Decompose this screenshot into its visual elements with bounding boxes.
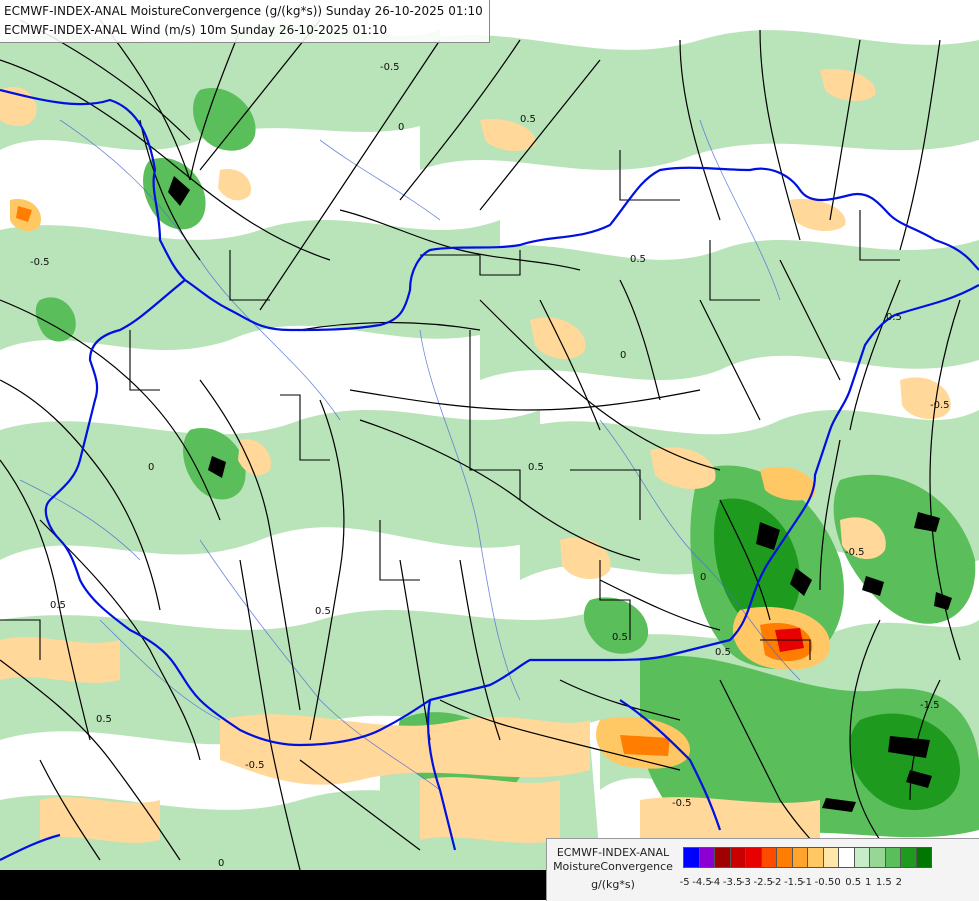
legend-tick-label: 0 bbox=[834, 877, 841, 888]
legend-swatch: #ffc864 bbox=[807, 847, 824, 868]
legend-swatches: #0000ff#8c00d2#a00000#c80000#e60000#ff4b… bbox=[683, 847, 932, 868]
legend-tick-label: 1 bbox=[865, 877, 872, 888]
contour-label: -0.5 bbox=[672, 798, 692, 809]
title-line-wind: ECMWF-INDEX-ANAL Wind (m/s) 10m Sunday 2… bbox=[4, 23, 388, 37]
legend-tick-label: -2.5 bbox=[753, 877, 773, 888]
map-title-box: ECMWF-INDEX-ANAL MoistureConvergence (g/… bbox=[0, 0, 490, 43]
legend-swatch: #5abe5a bbox=[884, 847, 901, 868]
contour-label: 0.5 bbox=[96, 714, 112, 725]
contour-label: -0.5 bbox=[930, 400, 950, 411]
contour-label: 0.5 bbox=[612, 632, 628, 643]
contour-label: 0.5 bbox=[528, 462, 544, 473]
legend-tick-label: -5 bbox=[679, 877, 690, 888]
legend-tick-label: -2 bbox=[771, 877, 782, 888]
legend-tick-label: -4 bbox=[710, 877, 721, 888]
legend-swatch: #1e9b1e bbox=[900, 847, 917, 868]
contour-label: -0.5 bbox=[245, 760, 265, 771]
legend-tick-label: 1.5 bbox=[875, 877, 892, 888]
moisture-convergence-map: -0.5 0 0.5 -0.5 0 0.5 0.5 0 -0.5 0.5 0 0… bbox=[0, 0, 979, 900]
legend-swatch: #e60000 bbox=[745, 847, 762, 868]
legend-swatch: #ffffff bbox=[838, 847, 855, 868]
legend-swatch: #96d796 bbox=[869, 847, 886, 868]
legend-swatch: #ffa52d bbox=[791, 847, 808, 868]
contour-label: -0.5 bbox=[30, 257, 50, 268]
contour-label: 0.5 bbox=[630, 254, 646, 265]
title-line-moisture: ECMWF-INDEX-ANAL MoistureConvergence (g/… bbox=[4, 4, 483, 18]
legend-swatch: #ff7d00 bbox=[776, 847, 793, 868]
contour-label: 0.5 bbox=[50, 600, 66, 611]
bottom-black-bar bbox=[0, 870, 546, 900]
legend-variable-label: MoistureConvergence bbox=[553, 860, 673, 873]
legend-model-label: ECMWF-INDEX-ANAL bbox=[556, 846, 670, 859]
contour-label: -0.5 bbox=[380, 62, 400, 73]
legend-swatch: #a00000 bbox=[714, 847, 731, 868]
legend-tick-label: -1 bbox=[802, 877, 813, 888]
contour-label: 0 bbox=[700, 572, 706, 583]
contour-label: 0.5 bbox=[315, 606, 331, 617]
contour-label: 0 bbox=[148, 462, 154, 473]
legend-unit-label: g/(kg*s) bbox=[591, 878, 635, 891]
contour-label: -1.5 bbox=[920, 700, 940, 711]
legend-tick-label: -4.5 bbox=[692, 877, 712, 888]
contour-label: 0.5 bbox=[715, 647, 731, 658]
contour-label: 0 bbox=[620, 350, 626, 361]
legend-swatch: #8c00d2 bbox=[698, 847, 715, 868]
legend-swatch: #007800 bbox=[915, 847, 932, 868]
legend-swatch: #ffe6aa bbox=[822, 847, 839, 868]
legend-swatch: #c8ebc8 bbox=[853, 847, 870, 868]
contour-label: 0 bbox=[218, 858, 224, 869]
legend-tick-label: 0.5 bbox=[845, 877, 862, 888]
legend-tick-label: -1.5 bbox=[784, 877, 804, 888]
contour-label: 0.5 bbox=[520, 114, 536, 125]
contour-label: 0 bbox=[398, 122, 404, 133]
contour-label: -0.5 bbox=[845, 547, 865, 558]
color-legend: ECMWF-INDEX-ANAL MoistureConvergence g/(… bbox=[546, 838, 979, 901]
legend-tick-label: -0.5 bbox=[814, 877, 835, 888]
legend-swatch: #ff4b00 bbox=[760, 847, 777, 868]
legend-tick-label: -3.5 bbox=[722, 877, 743, 888]
legend-tick-label: -3 bbox=[740, 877, 751, 888]
legend-swatch: #0000ff bbox=[683, 847, 700, 868]
contour-label: 0.5 bbox=[886, 312, 902, 323]
legend-ticks: -5 -4.5 -4 -3.5 -3 -2.5 -2 -1.5 -1 -0.5 0 0.5 1 1.5 2 bbox=[677, 877, 906, 888]
legend-swatch: #c80000 bbox=[729, 847, 746, 868]
legend-tick-label: 2 bbox=[895, 877, 902, 888]
